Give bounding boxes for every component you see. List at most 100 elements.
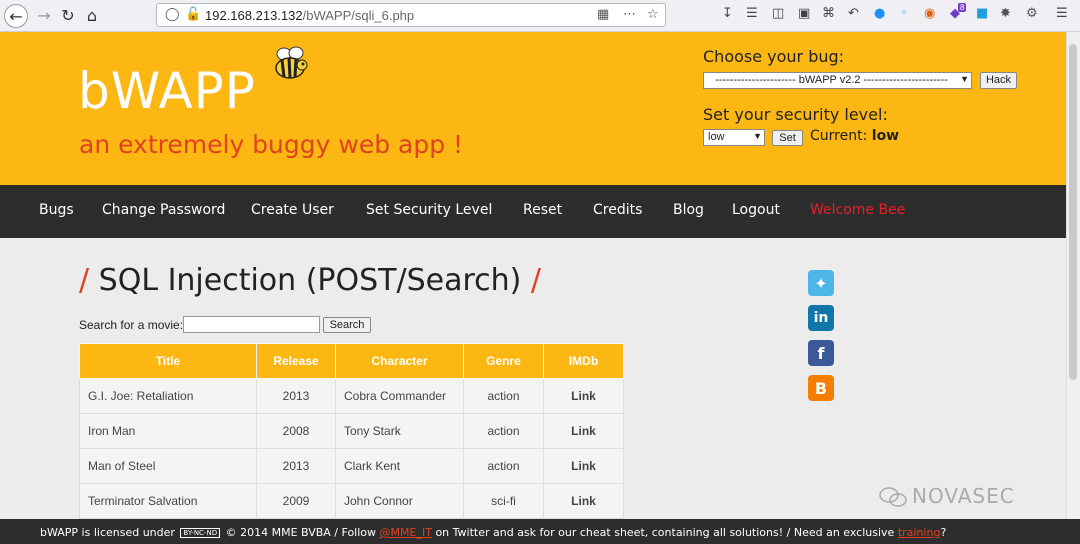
column-header-release: Release (256, 343, 336, 379)
twitter-icon[interactable]: ✦ (808, 270, 834, 296)
forward-arrow-icon[interactable]: → (32, 3, 56, 27)
cell-release: 2013 (256, 448, 336, 484)
security-level-label: Set your security level: (703, 105, 888, 124)
extension-icon[interactable]: ✸ (1000, 6, 1011, 21)
cell-genre: action (463, 448, 544, 484)
movies-table: Title Release Character Genre IMDb G.I. … (79, 343, 624, 519)
bug-select-value: ---------------------- bWAPP v2.2 ------… (715, 74, 948, 86)
library-icon[interactable]: ☰ (746, 6, 758, 21)
title-slash-right: / (530, 263, 542, 298)
extension-icon[interactable]: ◉ (924, 6, 935, 21)
chevron-down-icon: ▼ (753, 131, 762, 141)
scrollbar-thumb[interactable] (1069, 44, 1077, 380)
footer-cheatsheet-text: on Twitter and ask for our cheat sheet, … (435, 526, 895, 539)
main-content: / SQL Injection (POST/Search) / Search f… (0, 238, 1066, 519)
column-header-imdb: IMDb (543, 343, 624, 379)
cell-character: Cobra Commander (335, 378, 464, 414)
reader-view-icon[interactable]: ◫ (772, 6, 784, 21)
page-title: / SQL Injection (POST/Search) / (79, 263, 541, 298)
imdb-link[interactable]: Link (543, 378, 624, 414)
search-button[interactable]: Search (323, 317, 371, 333)
cell-genre: action (463, 413, 544, 449)
menu-item-bugs[interactable]: Bugs (39, 202, 74, 218)
site-logo[interactable]: bWAPP (78, 62, 256, 120)
address-bar[interactable]: ◯ 🔓 192.168.213.132/bWAPP/sqli_6.php ▦ ⋯… (156, 3, 666, 27)
table-header-row: Title Release Character Genre IMDb (79, 343, 624, 379)
main-menu: Bugs Change Password Create User Set Sec… (0, 185, 1066, 238)
footer-copyright-text: © 2014 MME BVBA / Follow (225, 526, 377, 539)
cc-badge-text: BY-NC-ND (183, 529, 218, 537)
table-row: Iron Man 2008 Tony Stark action Link (79, 413, 624, 449)
twitter-handle-link[interactable]: @MME_IT (380, 526, 432, 539)
site-tagline: an extremely buggy web app ! (79, 130, 464, 159)
page-actions-icon[interactable]: ⋯ (623, 7, 636, 22)
menu-item-logout[interactable]: Logout (732, 202, 780, 218)
cell-title: Man of Steel (79, 448, 257, 484)
imdb-link[interactable]: Link (543, 448, 624, 484)
download-icon[interactable]: ↧ (722, 6, 733, 21)
bee-icon (275, 46, 308, 79)
cc-license-badge[interactable]: BY-NC-ND (180, 528, 221, 538)
crop-icon[interactable]: ⌘ (822, 6, 835, 21)
back-arrow-icon[interactable]: ← (4, 4, 28, 28)
menu-item-blog[interactable]: Blog (673, 202, 704, 218)
cell-release: 2013 (256, 378, 336, 414)
screenshot-icon[interactable]: ▣ (798, 6, 810, 21)
url-path: /bWAPP/sqli_6.php (302, 8, 415, 23)
column-header-genre: Genre (463, 343, 544, 379)
table-row: Terminator Salvation 2009 John Connor sc… (79, 483, 624, 519)
extension-icon[interactable]: ■ (976, 6, 988, 21)
menu-item-credits[interactable]: Credits (593, 202, 642, 218)
cell-release: 2009 (256, 483, 336, 519)
shield-icon[interactable]: ◯ (165, 7, 180, 22)
menu-item-change-password[interactable]: Change Password (102, 202, 225, 218)
cell-release: 2008 (256, 413, 336, 449)
security-select-value: low (708, 131, 725, 143)
training-link[interactable]: training (898, 526, 941, 539)
browser-toolbar: ← → ↻ ⌂ ◯ 🔓 192.168.213.132/bWAPP/sqli_6… (0, 0, 1080, 32)
bug-select[interactable]: ---------------------- bWAPP v2.2 ------… (703, 72, 972, 89)
imdb-link[interactable]: Link (543, 413, 624, 449)
facebook-icon[interactable]: f (808, 340, 834, 366)
title-slash-left: / (79, 263, 90, 298)
menu-item-create-user[interactable]: Create User (251, 202, 334, 218)
site-footer: bWAPP is licensed under BY-NC-ND © 2014 … (0, 519, 1080, 544)
extension-icon[interactable]: ◦ (900, 6, 908, 21)
footer-end-text: ? (940, 526, 947, 539)
bookmark-star-icon[interactable]: ☆ (647, 7, 659, 22)
extension-icon[interactable]: ⚙ (1026, 6, 1038, 21)
footer-license-text: bWAPP is licensed under (40, 526, 175, 539)
search-input[interactable] (183, 316, 320, 333)
cell-character: Clark Kent (335, 448, 464, 484)
choose-bug-label: Choose your bug: (703, 47, 845, 66)
reload-icon[interactable]: ↻ (56, 3, 80, 27)
qr-code-icon[interactable]: ▦ (597, 7, 609, 22)
security-level-select[interactable]: low ▼ (703, 129, 765, 146)
menu-item-set-security-level[interactable]: Set Security Level (366, 202, 492, 218)
insecure-lock-icon[interactable]: 🔓 (185, 7, 201, 22)
current-label: Current: (810, 128, 868, 144)
wechat-icon (879, 487, 907, 507)
cell-character: John Connor (335, 483, 464, 519)
cell-title: Terminator Salvation (79, 483, 257, 519)
column-header-title: Title (79, 343, 257, 379)
undo-icon[interactable]: ↶ (848, 6, 859, 21)
cell-title: G.I. Joe: Retaliation (79, 378, 257, 414)
cell-genre: action (463, 378, 544, 414)
column-header-character: Character (335, 343, 464, 379)
home-icon[interactable]: ⌂ (80, 3, 104, 27)
blogger-icon[interactable]: B (808, 375, 834, 401)
url-text[interactable]: 192.168.213.132/bWAPP/sqli_6.php (205, 8, 414, 23)
cell-genre: sci-fi (463, 483, 544, 519)
imdb-link[interactable]: Link (543, 483, 624, 519)
current-security-level: Current: low (810, 128, 899, 144)
page-title-text: SQL Injection (POST/Search) (98, 263, 522, 298)
chevron-down-icon: ▼ (960, 74, 969, 84)
menu-icon[interactable]: ☰ (1056, 6, 1068, 21)
current-value: low (871, 128, 900, 144)
linkedin-icon[interactable]: in (808, 305, 834, 331)
hack-button[interactable]: Hack (980, 72, 1017, 89)
set-security-button[interactable]: Set (772, 130, 803, 146)
menu-item-reset[interactable]: Reset (523, 202, 562, 218)
extension-icon[interactable]: ● (874, 6, 885, 21)
